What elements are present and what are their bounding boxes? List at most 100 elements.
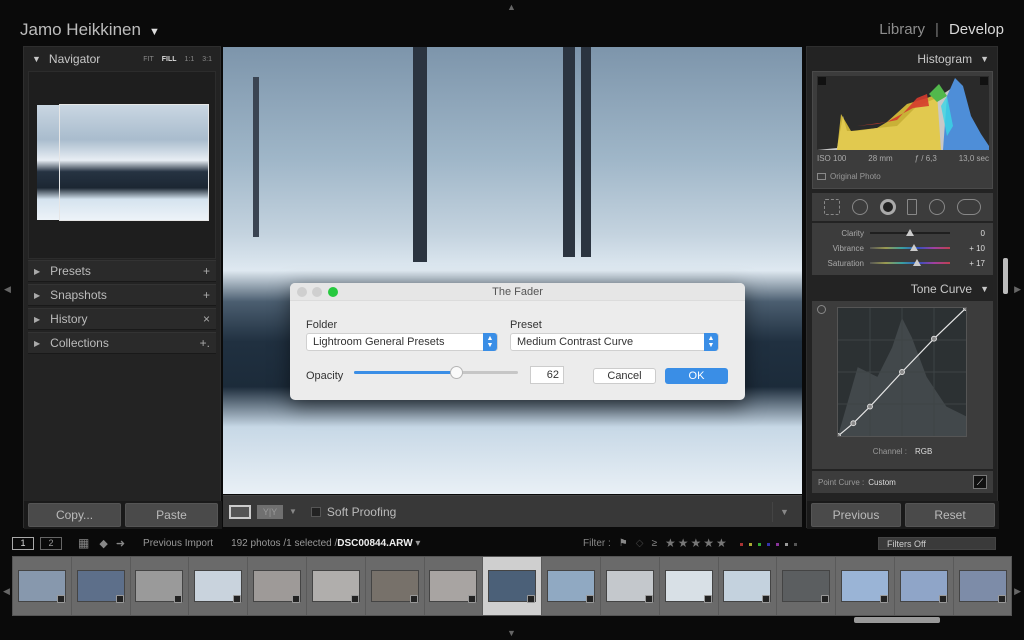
bottom-panel-toggle-icon[interactable]: ▼ xyxy=(507,628,516,638)
develop-badge-icon[interactable] xyxy=(291,595,300,603)
point-curve-select[interactable]: Custom xyxy=(868,478,896,487)
original-photo-toggle[interactable]: Original Photo xyxy=(817,172,881,181)
filmstrip-thumbnail[interactable] xyxy=(895,557,954,615)
filmstrip-thumbnail[interactable] xyxy=(719,557,778,615)
opacity-input[interactable]: 62 xyxy=(530,366,564,384)
filmstrip-scrollbar[interactable] xyxy=(854,617,940,623)
filmstrip-thumbnail[interactable] xyxy=(189,557,249,615)
vibrance-slider[interactable] xyxy=(870,244,950,251)
spot-removal-icon[interactable] xyxy=(851,199,868,215)
develop-badge-icon[interactable] xyxy=(115,595,124,603)
develop-badge-icon[interactable] xyxy=(409,595,418,603)
opacity-slider[interactable] xyxy=(354,366,518,379)
curve-point[interactable] xyxy=(850,420,857,427)
close-window-icon[interactable] xyxy=(297,287,307,297)
zoom-1-1[interactable]: 1:1 xyxy=(185,56,195,63)
add-collection-icon[interactable]: +. xyxy=(200,336,210,350)
develop-badge-icon[interactable] xyxy=(56,595,65,603)
crop-tool-icon[interactable] xyxy=(823,199,840,215)
copy-button[interactable]: Copy... xyxy=(28,503,121,527)
opacity-slider-knob[interactable] xyxy=(449,366,463,379)
saturation-value[interactable]: + 17 xyxy=(969,259,985,268)
before-after-icon[interactable]: Y|Y xyxy=(257,504,283,519)
filmstrip-thumbnail[interactable] xyxy=(307,557,366,615)
identity-plate[interactable]: Jamo Heikkinen ▼ xyxy=(20,20,160,40)
preset-select[interactable]: Medium Contrast Curve ▲ ▼ xyxy=(510,333,719,351)
loupe-view-icon[interactable] xyxy=(229,504,251,519)
vibrance-value[interactable]: + 10 xyxy=(969,244,985,253)
filmstrip-thumbnail[interactable] xyxy=(660,557,719,615)
edit-point-curve-icon[interactable]: ⟋ xyxy=(973,475,987,489)
filmstrip-left-icon[interactable]: ◀ xyxy=(3,586,10,597)
main-photo[interactable] xyxy=(223,47,802,494)
navigator-header[interactable]: ▼ Navigator FIT FILL 1:1 3:1 xyxy=(24,47,220,71)
add-preset-icon[interactable]: + xyxy=(203,264,210,278)
section-snapshots[interactable]: ▶ Snapshots + xyxy=(28,284,216,306)
develop-badge-icon[interactable] xyxy=(938,595,947,603)
filmstrip-thumbnail[interactable] xyxy=(72,557,131,615)
curve-point[interactable] xyxy=(867,403,873,410)
filmstrip-thumbnail[interactable] xyxy=(777,557,837,615)
saturation-slider[interactable] xyxy=(870,259,950,266)
clarity-value[interactable]: 0 xyxy=(981,229,985,238)
develop-badge-icon[interactable] xyxy=(174,595,183,603)
star-rating-filter[interactable]: ★★★★★ xyxy=(665,536,729,550)
filmstrip-right-icon[interactable]: ▶ xyxy=(1014,586,1021,597)
develop-badge-icon[interactable] xyxy=(233,595,242,603)
zoom-fill[interactable]: FILL xyxy=(162,56,177,63)
develop-badge-icon[interactable] xyxy=(350,595,359,603)
secondary-window-button[interactable]: 2 xyxy=(40,536,62,550)
filmstrip-thumbnail[interactable] xyxy=(366,557,425,615)
curve-point[interactable] xyxy=(899,369,905,375)
module-library[interactable]: Library xyxy=(879,21,925,38)
radial-filter-icon[interactable] xyxy=(929,199,946,215)
filmstrip-thumbnail[interactable] xyxy=(542,557,601,615)
toolbar-options-icon[interactable]: ▼ xyxy=(772,501,796,522)
source-label[interactable]: Previous Import xyxy=(143,538,213,549)
filmstrip-thumbnail[interactable] xyxy=(425,557,484,615)
top-panel-toggle-icon[interactable]: ▲ xyxy=(507,2,516,12)
reject-filter-icon[interactable]: ◇ xyxy=(636,538,644,549)
tone-curve-header[interactable]: Tone Curve ▼ xyxy=(807,277,997,301)
develop-badge-icon[interactable] xyxy=(644,595,653,603)
color-label-filter[interactable] xyxy=(737,538,800,549)
filmstrip-thumbnail[interactable] xyxy=(836,557,895,615)
clarity-slider[interactable] xyxy=(870,229,950,236)
photo-count[interactable]: 192 photos /1 selected /DSC00844.ARW ▾ xyxy=(231,538,420,549)
section-history[interactable]: ▶ History × xyxy=(28,308,216,330)
before-after-dropdown-icon[interactable]: ▼ xyxy=(289,507,297,516)
develop-badge-icon[interactable] xyxy=(821,595,830,603)
zoom-fit[interactable]: FIT xyxy=(143,56,154,63)
filmstrip-thumbnail[interactable] xyxy=(131,557,190,615)
slider-knob[interactable] xyxy=(912,259,921,266)
module-develop[interactable]: Develop xyxy=(949,21,1004,38)
targeted-adjustment-icon[interactable] xyxy=(817,305,826,314)
filmstrip-thumbnail[interactable] xyxy=(13,557,72,615)
add-snapshot-icon[interactable]: + xyxy=(203,288,210,302)
rating-operator[interactable]: ≥ xyxy=(651,538,657,549)
cancel-button[interactable]: Cancel xyxy=(593,368,656,384)
zoom-window-icon[interactable] xyxy=(328,287,338,297)
filmstrip-thumbnail[interactable] xyxy=(483,557,543,615)
develop-badge-icon[interactable] xyxy=(997,595,1006,603)
graduated-filter-icon[interactable] xyxy=(907,199,918,215)
filmstrip-thumbnail[interactable] xyxy=(601,557,660,615)
left-panel-toggle-icon[interactable]: ◀ xyxy=(4,284,11,295)
filmstrip-thumbnail[interactable] xyxy=(248,557,307,615)
original-photo-checkbox[interactable] xyxy=(817,173,826,180)
develop-badge-icon[interactable] xyxy=(468,595,477,603)
back-arrow-icon[interactable]: ◆ xyxy=(99,537,107,550)
previous-button[interactable]: Previous xyxy=(811,503,901,527)
histogram-header[interactable]: Histogram ▼ xyxy=(807,47,997,71)
develop-badge-icon[interactable] xyxy=(703,595,712,603)
forward-arrow-icon[interactable]: ➜ xyxy=(116,537,125,550)
reset-button[interactable]: Reset xyxy=(905,503,995,527)
curve-point[interactable] xyxy=(963,307,967,311)
section-presets[interactable]: ▶ Presets + xyxy=(28,260,216,282)
zoom-3-1[interactable]: 3:1 xyxy=(202,56,212,63)
filter-preset-select[interactable]: Filters Off xyxy=(878,537,996,550)
slider-knob[interactable] xyxy=(906,229,914,236)
tone-curve-graph[interactable] xyxy=(837,307,967,437)
paste-button[interactable]: Paste xyxy=(125,503,218,527)
develop-badge-icon[interactable] xyxy=(879,595,888,603)
